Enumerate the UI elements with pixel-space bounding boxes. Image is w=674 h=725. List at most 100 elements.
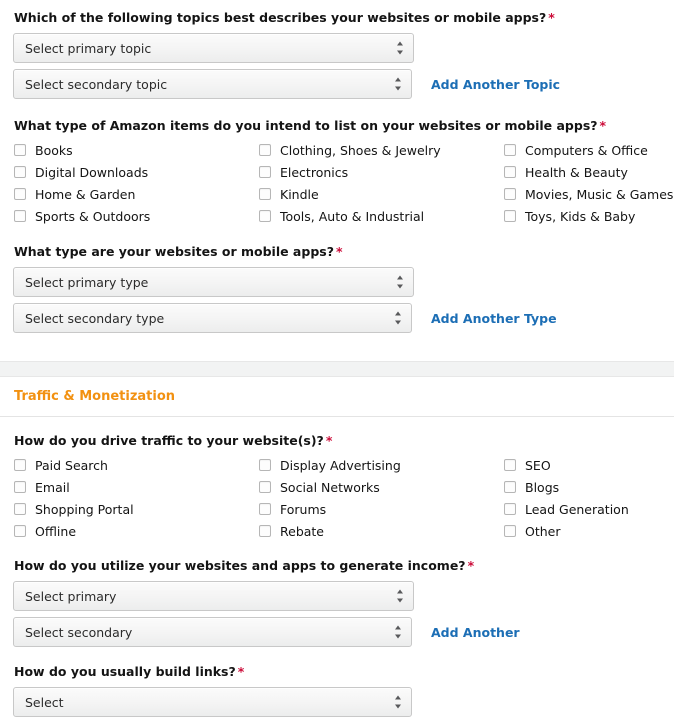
up-down-arrows-icon [396,589,404,603]
checkbox-icon[interactable] [504,166,516,178]
checkbox-label: Offline [35,523,77,539]
question-amazon-items: What type of Amazon items do you intend … [0,118,674,227]
items-question-label: What type of Amazon items do you intend … [0,118,674,134]
items-checkbox-grid: Books Clothing, Shoes & Jewelry Computer… [0,139,674,227]
checkbox-item[interactable]: Forums [259,498,504,520]
checkbox-item[interactable]: Books [14,139,259,161]
checkbox-icon[interactable] [259,144,271,156]
checkbox-item[interactable]: Display Advertising [259,454,504,476]
checkbox-icon[interactable] [259,481,271,493]
type-question-label: What type are your websites or mobile ap… [0,244,674,260]
checkbox-item[interactable]: Kindle [259,183,504,205]
checkbox-label: Health & Beauty [525,164,628,180]
checkbox-item[interactable]: Digital Downloads [14,161,259,183]
checkbox-icon[interactable] [14,210,26,222]
section-title: Traffic & Monetization [14,389,176,404]
items-label-text: What type of Amazon items do you intend … [14,118,598,133]
income-question-label: How do you utilize your websites and app… [0,558,674,574]
checkbox-label: Blogs [525,479,560,495]
question-traffic: How do you drive traffic to your website… [0,433,674,542]
primary-type-select[interactable]: Select primary type [13,267,414,297]
checkbox-icon[interactable] [504,481,516,493]
checkbox-row: Paid Search Display Advertising SEO [14,454,674,476]
checkbox-item[interactable]: Rebate [259,520,504,542]
checkbox-item[interactable]: Lead Generation [504,498,674,520]
add-another-type-link[interactable]: Add Another Type [431,311,557,326]
primary-topic-select[interactable]: Select primary topic [13,33,414,63]
checkbox-item[interactable]: Blogs [504,476,674,498]
checkbox-label: Rebate [280,523,325,539]
checkbox-item[interactable]: Movies, Music & Games [504,183,674,205]
checkbox-label: Digital Downloads [35,164,149,180]
required-asterisk: * [237,664,245,679]
checkbox-icon[interactable] [259,210,271,222]
checkbox-icon[interactable] [259,166,271,178]
checkbox-item[interactable]: Health & Beauty [504,161,674,183]
checkbox-icon[interactable] [14,188,26,200]
required-asterisk: * [548,10,555,25]
checkbox-icon[interactable] [14,525,26,537]
checkbox-item[interactable]: SEO [504,454,674,476]
question-website-type: What type are your websites or mobile ap… [0,244,674,333]
traffic-label-text: How do you drive traffic to your website… [14,433,324,448]
secondary-income-select[interactable]: Select secondary [13,617,412,647]
checkbox-item[interactable]: Clothing, Shoes & Jewelry [259,139,504,161]
checkbox-icon[interactable] [504,503,516,515]
checkbox-icon[interactable] [504,525,516,537]
secondary-type-select[interactable]: Select secondary type [13,303,412,333]
section-divider-band [0,361,674,377]
checkbox-label: Kindle [280,186,319,202]
checkbox-label: Books [35,142,73,158]
checkbox-icon[interactable] [504,210,516,222]
checkbox-icon[interactable] [259,525,271,537]
checkbox-icon[interactable] [14,481,26,493]
checkbox-icon[interactable] [504,459,516,471]
checkbox-icon[interactable] [14,144,26,156]
checkbox-item[interactable]: Tools, Auto & Industrial [259,205,504,227]
add-another-topic-link[interactable]: Add Another Topic [431,77,560,92]
checkbox-label: Tools, Auto & Industrial [280,208,425,224]
checkbox-icon[interactable] [259,188,271,200]
checkbox-row: Sports & Outdoors Tools, Auto & Industri… [14,205,674,227]
checkbox-icon[interactable] [504,188,516,200]
up-down-arrows-icon [394,77,402,91]
build-links-label-text: How do you usually build links? [14,664,236,679]
checkbox-item[interactable]: Social Networks [259,476,504,498]
topics-label-text: Which of the following topics best descr… [14,10,547,25]
checkbox-label: Movies, Music & Games [525,186,674,202]
checkbox-label: Social Networks [280,479,380,495]
primary-income-select[interactable]: Select primary [13,581,414,611]
add-another-income-link[interactable]: Add Another [431,625,520,640]
checkbox-icon[interactable] [14,459,26,471]
checkbox-icon[interactable] [14,166,26,178]
secondary-income-value: Select secondary [25,624,133,640]
checkbox-row: Books Clothing, Shoes & Jewelry Computer… [14,139,674,161]
checkbox-item[interactable]: Electronics [259,161,504,183]
checkbox-item[interactable]: Home & Garden [14,183,259,205]
checkbox-label: Computers & Office [525,142,648,158]
checkbox-row: Digital Downloads Electronics Health & B… [14,161,674,183]
checkbox-label: Lead Generation [525,501,629,517]
build-links-select[interactable]: Select [13,687,412,717]
checkbox-item[interactable]: Offline [14,520,259,542]
checkbox-icon[interactable] [504,144,516,156]
required-asterisk: * [599,118,607,133]
checkbox-item[interactable]: Toys, Kids & Baby [504,205,674,227]
income-label-text: How do you utilize your websites and app… [14,558,466,573]
checkbox-icon[interactable] [259,503,271,515]
checkbox-item[interactable]: Email [14,476,259,498]
checkbox-icon[interactable] [259,459,271,471]
checkbox-row: Home & Garden Kindle Movies, Music & Gam… [14,183,674,205]
checkbox-item[interactable]: Paid Search [14,454,259,476]
checkbox-item[interactable]: Computers & Office [504,139,674,161]
checkbox-label: Clothing, Shoes & Jewelry [280,142,441,158]
checkbox-item[interactable]: Shopping Portal [14,498,259,520]
up-down-arrows-icon [396,275,404,289]
checkbox-item[interactable]: Sports & Outdoors [14,205,259,227]
checkbox-label: Shopping Portal [35,501,134,517]
question-income: How do you utilize your websites and app… [0,558,674,647]
topics-question-label: Which of the following topics best descr… [0,10,674,26]
checkbox-icon[interactable] [14,503,26,515]
checkbox-item[interactable]: Other [504,520,674,542]
secondary-topic-select[interactable]: Select secondary topic [13,69,412,99]
